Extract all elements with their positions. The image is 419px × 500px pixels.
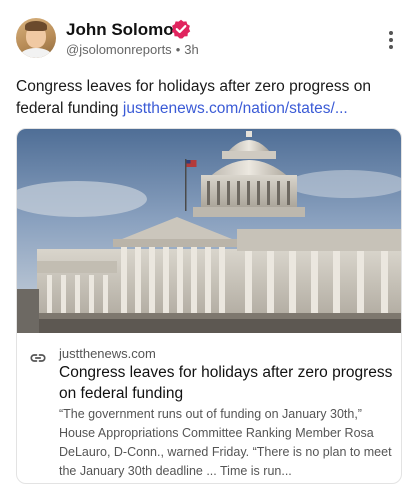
capitol-building-image	[17, 129, 401, 333]
card-description: “The government runs out of funding on J…	[59, 407, 392, 478]
post: John Solomon @jsolomonreports • 3h Congres…	[0, 0, 419, 500]
verified-badge-icon	[171, 19, 191, 39]
card-domain: justthenews.com	[59, 346, 156, 361]
handle-row: @jsolomonreports • 3h	[66, 42, 199, 57]
post-link[interactable]: justthenews.com/nation/states/...	[123, 100, 348, 117]
author-handle[interactable]: @jsolomonreports	[66, 42, 172, 57]
post-text: Congress leaves for holidays after zero …	[16, 76, 406, 120]
more-vertical-icon[interactable]	[384, 29, 398, 51]
card-title[interactable]: Congress leaves for holidays after zero …	[59, 362, 393, 404]
post-time: 3h	[184, 42, 199, 57]
author-name[interactable]: John Solomon	[66, 20, 184, 40]
avatar[interactable]	[16, 18, 56, 58]
link-preview-card[interactable]: justthenews.com Congress leaves for holi…	[16, 128, 402, 484]
link-icon	[30, 354, 46, 362]
separator: •	[175, 42, 181, 57]
